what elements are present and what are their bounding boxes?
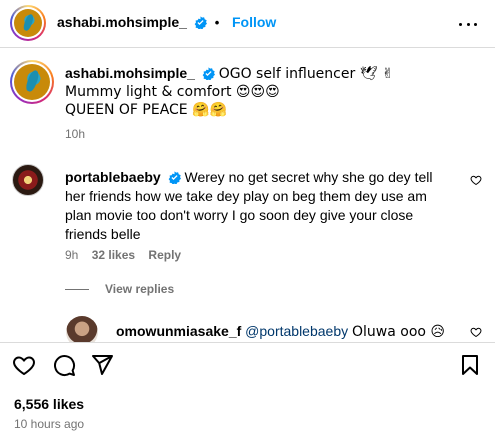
replies-divider (65, 288, 89, 290)
reply-comment: omowunmiasake_f @portablebaeby Oluwa ooo… (0, 316, 495, 342)
post-header: ashabi.mohsimple_ • Follow (0, 0, 495, 48)
commenter-username[interactable]: portablebaeby (65, 169, 161, 185)
commenter-avatar[interactable] (12, 164, 44, 196)
verified-badge-icon (202, 67, 215, 80)
view-replies-button[interactable]: View replies (65, 282, 174, 296)
post-timestamp[interactable]: 10 hours ago (14, 417, 84, 431)
reply-body: omowunmiasake_f @portablebaeby Oluwa ooo… (116, 322, 456, 342)
comment-meta: 9h 32 likes Reply (65, 248, 181, 262)
author-avatar[interactable] (10, 5, 46, 41)
caption-text: ashabi.mohsimple_ OGO self influencer 🕊 … (65, 64, 475, 143)
verified-badge-icon (194, 16, 207, 29)
caption-username[interactable]: ashabi.mohsimple_ (65, 65, 195, 81)
caption-line-3: QUEEN OF PEACE 🤗🤗 (65, 102, 227, 118)
follow-button[interactable]: Follow (232, 14, 276, 30)
comment-likes[interactable]: 32 likes (92, 248, 135, 262)
share-icon[interactable] (90, 353, 114, 377)
bookmark-icon[interactable] (458, 353, 482, 377)
header-username[interactable]: ashabi.mohsimple_ (57, 14, 187, 30)
view-replies-label: View replies (105, 282, 175, 296)
reply-avatar[interactable] (66, 316, 98, 342)
comment-body: portablebaeby Werey no get secret why sh… (65, 168, 455, 244)
more-options-icon[interactable] (456, 14, 480, 34)
caption-time[interactable]: 10h (65, 125, 475, 143)
comment-icon[interactable] (52, 353, 76, 377)
caption-line-1: OGO self influencer 🕊 ✌ (218, 66, 394, 82)
like-comment-icon[interactable] (470, 174, 482, 186)
caption-line-2: Mummy light & comfort 😍😍😍 (65, 84, 280, 100)
header-username-row: ashabi.mohsimple_ • (57, 14, 223, 30)
reply-text: Oluwa ooo 😥 (352, 324, 446, 340)
heart-icon[interactable] (12, 353, 36, 377)
reply-mention[interactable]: @portablebaeby (245, 323, 348, 339)
caption-avatar[interactable] (10, 60, 54, 104)
like-reply-icon[interactable] (470, 326, 482, 338)
comment-time[interactable]: 9h (65, 248, 78, 262)
reply-button[interactable]: Reply (148, 248, 181, 262)
likes-count[interactable]: 6,556 likes (14, 396, 84, 412)
post-actions: 6,556 likes 10 hours ago (0, 342, 495, 445)
verified-badge-icon (168, 171, 181, 184)
separator-dot: • (214, 15, 220, 30)
reply-username[interactable]: omowunmiasake_f (116, 323, 241, 339)
